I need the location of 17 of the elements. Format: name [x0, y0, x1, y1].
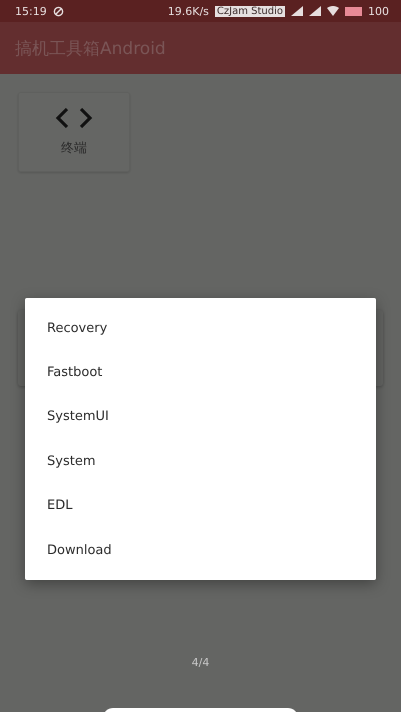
wifi-icon — [327, 6, 339, 16]
battery-percent: 100 — [368, 4, 389, 18]
carrier-badge: CzJam Studio — [214, 6, 285, 16]
signal-icon — [309, 6, 321, 16]
page-indicator: 4/4 — [190, 656, 210, 669]
clock: 15:19 — [15, 4, 47, 18]
menu-item[interactable]: Fastboot — [25, 350, 376, 395]
menu-item[interactable]: Recovery — [25, 306, 376, 350]
tool-label: 终端 — [61, 140, 87, 157]
battery-icon — [345, 6, 362, 16]
menu-item[interactable]: EDL — [25, 484, 376, 528]
network-speed: 19.6K/s — [168, 4, 209, 18]
menu-item[interactable]: Download — [25, 528, 376, 572]
signal-icon — [291, 6, 303, 16]
code-icon — [55, 107, 93, 129]
menu-item[interactable]: System — [25, 439, 376, 484]
menu-item[interactable]: SystemUI — [25, 394, 376, 440]
